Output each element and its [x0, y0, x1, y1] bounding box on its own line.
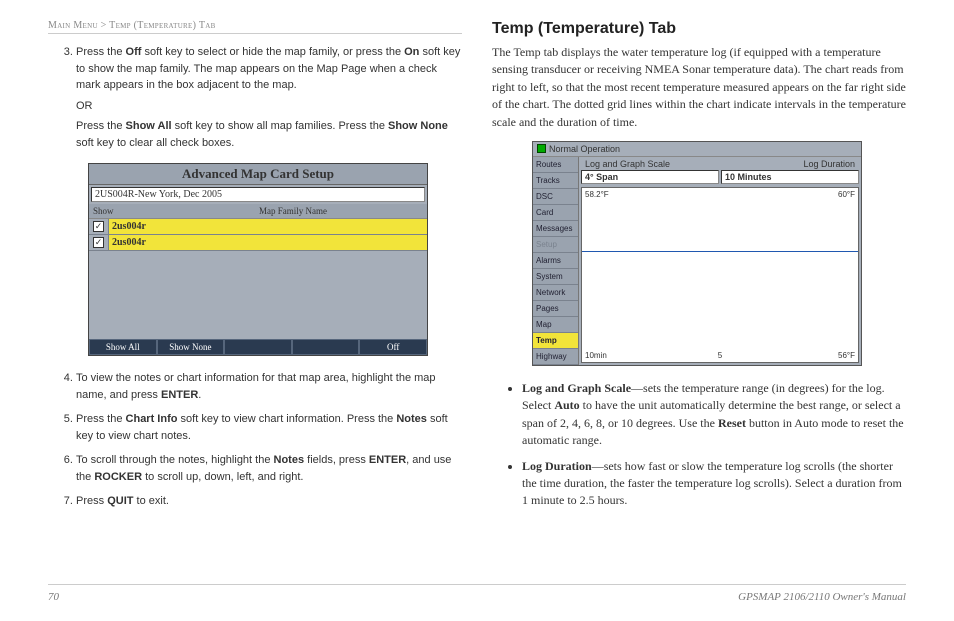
rocker-key: ROCKER [94, 471, 142, 483]
sidebar-item-card[interactable]: Card [533, 205, 578, 221]
step-5: Press the Chart Info soft key to view ch… [76, 411, 462, 444]
softkey-showall[interactable]: Show All [89, 339, 157, 355]
chartinfo-key: Chart Info [126, 413, 178, 425]
section-heading: Temp (Temperature) Tab [492, 20, 906, 38]
off-key: Off [126, 46, 142, 58]
fig2-titlebar: Normal Operation [533, 142, 861, 157]
fig2-sidebar: RoutesTracksDSCCardMessagesSetupAlarmsSy… [533, 157, 579, 365]
showall-key: Show All [126, 120, 172, 132]
col-name: Map Family Name [163, 206, 423, 216]
table-row[interactable]: ✓ 2us004r [89, 235, 427, 251]
softkey-shownone[interactable]: Show None [157, 339, 225, 355]
temperature-chart: 58.2°F 60°F 10min 5 56°F [581, 187, 859, 363]
chart-label-tr: 60°F [838, 190, 855, 199]
softkey-bar: Show All Show None . . Off [89, 339, 427, 355]
steps-list-cont: To view the notes or chart information f… [48, 370, 462, 510]
bullet-log-scale: Log and Graph Scale—sets the temperature… [522, 380, 906, 450]
step-6: To scroll through the notes, highlight t… [76, 452, 462, 485]
b1-lead: Log and Graph Scale [522, 381, 631, 395]
chart-label-tl: 58.2°F [585, 190, 609, 199]
sidebar-item-dsc[interactable]: DSC [533, 189, 578, 205]
step-3: Press the Off soft key to select or hide… [76, 44, 462, 151]
field-span[interactable]: 4° Span [581, 170, 719, 184]
steps-list: Press the Off soft key to select or hide… [48, 44, 462, 151]
lbl-log-duration: Log Duration [803, 159, 855, 169]
chart-label-bl: 10min [585, 351, 607, 360]
shownone-key: Show None [388, 120, 448, 132]
sidebar-item-alarms[interactable]: Alarms [533, 253, 578, 269]
sidebar-item-highway[interactable]: Highway [533, 349, 578, 365]
softkey-empty: . [224, 339, 292, 355]
quit-key: QUIT [107, 495, 133, 507]
chart-label-br: 56°F [838, 351, 855, 360]
status-icon [537, 144, 546, 153]
step3-text: Press the [76, 46, 126, 58]
manual-title: GPSMAP 2106/2110 Owner's Manual [738, 591, 906, 603]
notes-field: Notes [274, 454, 305, 466]
b2-lead: Log Duration [522, 459, 592, 473]
step-4: To view the notes or chart information f… [76, 370, 462, 403]
sidebar-item-pages[interactable]: Pages [533, 301, 578, 317]
breadcrumb: Main Menu > Temp (Temperature) Tab [48, 20, 462, 34]
fig1-title: Advanced Map Card Setup [89, 164, 427, 185]
fig1-header: Show Map Family Name [89, 204, 427, 219]
softkey-off[interactable]: Off [359, 339, 427, 355]
sidebar-item-tracks[interactable]: Tracks [533, 173, 578, 189]
chart-line [582, 251, 858, 252]
fig1-rows: ✓ 2us004r ✓ 2us004r [89, 219, 427, 339]
page-number: 70 [48, 591, 59, 603]
row-name[interactable]: 2us004r [108, 219, 427, 234]
bullet-log-duration: Log Duration—sets how fast or slow the t… [522, 458, 906, 510]
step-7: Press QUIT to exit. [76, 493, 462, 510]
row-name[interactable]: 2us004r [108, 235, 427, 250]
section-paragraph: The Temp tab displays the water temperat… [492, 44, 906, 131]
on-key: On [404, 46, 419, 58]
table-row[interactable]: ✓ 2us004r [89, 219, 427, 235]
fig1-subtitle: 2US004R-New York, Dec 2005 [91, 187, 425, 202]
enter-key: ENTER [161, 389, 198, 401]
or-label: OR [76, 98, 462, 115]
sidebar-item-network[interactable]: Network [533, 285, 578, 301]
fig2-title: Normal Operation [549, 144, 620, 154]
chart-label-bm: 5 [718, 351, 722, 360]
notes-key: Notes [396, 413, 427, 425]
sidebar-item-system[interactable]: System [533, 269, 578, 285]
sidebar-item-messages[interactable]: Messages [533, 221, 578, 237]
figure-map-card-setup: Advanced Map Card Setup 2US004R-New York… [88, 163, 428, 356]
bullet-list: Log and Graph Scale—sets the temperature… [492, 380, 906, 510]
lbl-log-scale: Log and Graph Scale [585, 159, 803, 169]
field-duration[interactable]: 10 Minutes [721, 170, 859, 184]
field-labels: Log and Graph Scale Log Duration [579, 157, 861, 169]
sidebar-item-setup[interactable]: Setup [533, 237, 578, 253]
fig2-main: Log and Graph Scale Log Duration 4° Span… [579, 157, 861, 365]
checkbox-icon[interactable]: ✓ [93, 221, 104, 232]
figure-temp-tab: Normal Operation RoutesTracksDSCCardMess… [532, 141, 862, 366]
enter-key: ENTER [369, 454, 406, 466]
sidebar-item-map[interactable]: Map [533, 317, 578, 333]
softkey-empty: . [292, 339, 360, 355]
footer-rule [48, 584, 906, 585]
auto-label: Auto [554, 398, 579, 412]
sidebar-item-temp[interactable]: Temp [533, 333, 578, 349]
checkbox-icon[interactable]: ✓ [93, 237, 104, 248]
col-show: Show [93, 206, 163, 216]
reset-label: Reset [718, 416, 746, 430]
sidebar-item-routes[interactable]: Routes [533, 157, 578, 173]
